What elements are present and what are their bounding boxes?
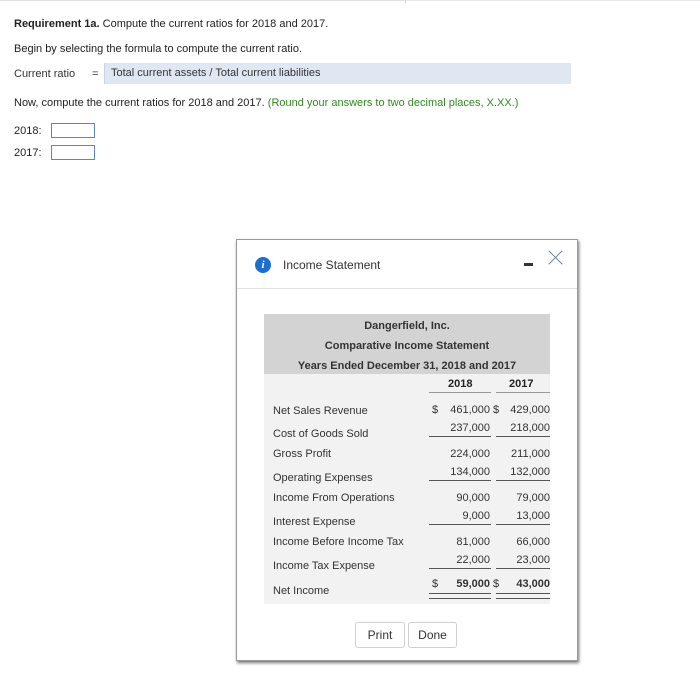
dialog-title: Income Statement [283, 258, 381, 272]
cogs-2017: 218,000 [510, 422, 550, 434]
done-button[interactable]: Done [408, 622, 457, 648]
formula-equals: = [92, 68, 99, 80]
income-before-tax-2017: 66,000 [516, 536, 550, 548]
net-income-2018: 59,000 [456, 578, 490, 590]
income-from-operations-2018: 90,000 [456, 492, 490, 504]
close-icon[interactable] [546, 249, 564, 267]
row-label-income-from-operations: Income From Operations [273, 492, 395, 504]
year-header-2018: 2018 [448, 378, 473, 390]
dollar-sign: $ [432, 404, 439, 416]
compute-text: Now, compute the current ratios for 2018… [14, 97, 265, 109]
dialog-header-divider [237, 288, 577, 289]
formula-label: Current ratio [14, 68, 76, 80]
statement-header: Dangerfield, Inc. Comparative Income Sta… [264, 314, 550, 374]
year-header-2017: 2017 [509, 378, 534, 390]
compute-instruction: Now, compute the current ratios for 2018… [14, 97, 518, 109]
income-tax-expense-2017: 23,000 [516, 554, 550, 566]
row-label-operating-expenses: Operating Expenses [273, 472, 373, 484]
year-header-row: 2018 2017 [264, 374, 550, 396]
minimize-icon[interactable] [524, 263, 533, 266]
income-statement-dialog: i Income Statement Dangerfield, Inc. Com… [236, 239, 578, 661]
row-label-interest-expense: Interest Expense [273, 516, 356, 528]
answer-label-2018: 2018: [14, 125, 42, 137]
row-label-net-sales: Net Sales Revenue [273, 405, 368, 417]
answer-input-2018[interactable] [51, 123, 95, 138]
print-button[interactable]: Print [355, 622, 405, 648]
operating-expenses-2018: 134,000 [450, 466, 490, 478]
income-from-operations-2017: 79,000 [516, 492, 550, 504]
dollar-sign: $ [493, 578, 500, 590]
net-sales-2018: 461,000 [450, 404, 490, 416]
requirement-text: Compute the current ratios for 2018 and … [99, 18, 329, 30]
income-statement-table: Dangerfield, Inc. Comparative Income Sta… [264, 314, 550, 604]
income-before-tax-2018: 81,000 [456, 536, 490, 548]
answer-input-2017[interactable] [51, 145, 95, 160]
formula-select[interactable]: Total current assets / Total current lia… [104, 63, 571, 84]
requirement-heading: Requirement 1a. Compute the current rati… [14, 18, 328, 30]
operating-expenses-2017: 132,000 [510, 466, 550, 478]
dialog-header: i Income Statement [237, 240, 577, 288]
rounding-note: (Round your answers to two decimal place… [267, 97, 519, 109]
info-icon: i [255, 257, 271, 273]
net-sales-2017: 429,000 [510, 404, 550, 416]
answer-label-2017: 2017: [14, 147, 42, 159]
formula-value: Total current assets / Total current lia… [111, 67, 321, 79]
interest-expense-2018: 9,000 [462, 510, 490, 522]
net-income-2017: 43,000 [516, 578, 550, 590]
interest-expense-2017: 13,000 [516, 510, 550, 522]
requirement-label: Requirement 1a. [14, 18, 100, 30]
income-tax-expense-2018: 22,000 [456, 554, 490, 566]
gross-profit-2017: 211,000 [511, 448, 550, 460]
begin-instruction: Begin by selecting the formula to comput… [14, 43, 302, 55]
statement-period: Years Ended December 31, 2018 and 2017 [297, 360, 517, 372]
top-divider [0, 0, 700, 3]
statement-title: Comparative Income Statement [324, 340, 490, 352]
dollar-sign: $ [432, 578, 439, 590]
company-name: Dangerfield, Inc. [364, 320, 450, 332]
row-label-cogs: Cost of Goods Sold [273, 428, 369, 440]
row-label-gross-profit: Gross Profit [273, 448, 332, 460]
row-label-income-tax-expense: Income Tax Expense [273, 560, 375, 572]
row-label-net-income: Net Income [273, 585, 330, 597]
gross-profit-2018: 224,000 [450, 448, 490, 460]
dollar-sign: $ [493, 404, 500, 416]
cogs-2018: 237,000 [450, 422, 490, 434]
formula-row: Current ratio = Total current assets / T… [8, 63, 571, 84]
row-label-income-before-tax: Income Before Income Tax [273, 536, 404, 548]
